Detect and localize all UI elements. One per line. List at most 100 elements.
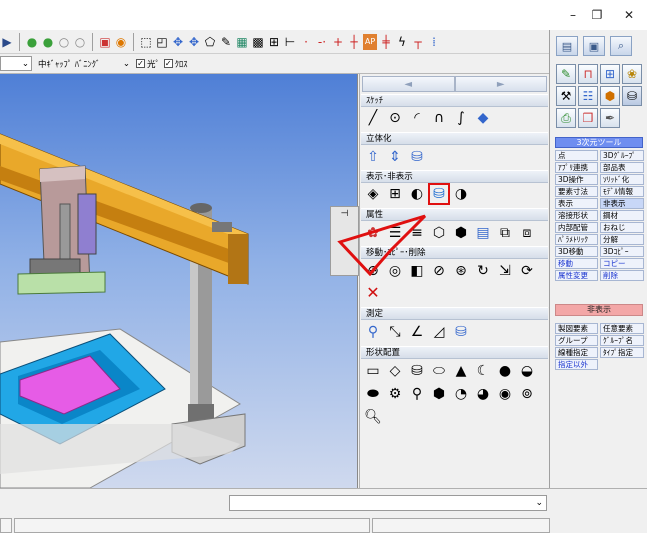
tool-button[interactable]: 表示 [555,198,598,209]
tool-button[interactable]: 内部配管 [555,222,598,233]
tool-button[interactable]: ﾊﾟﾗﾒﾄﾘｯｸ [555,234,598,245]
table-icon[interactable]: ⊞ [267,34,281,50]
array-icon[interactable]: ⊛ [452,262,470,280]
tool-button[interactable]: 線種指定 [555,347,598,358]
shape-gear-icon[interactable]: ⚙ [386,385,404,403]
tool-button[interactable]: 部品表 [600,162,644,173]
layer-boxes-icon[interactable]: ⧉ [496,224,514,242]
maximize-button[interactable]: ❐ [580,0,614,30]
dot-icon[interactable]: · [299,34,313,50]
tool-button[interactable]: コピー [600,258,644,269]
layer-boxes2-icon[interactable]: ⧈ [518,224,536,242]
line-icon[interactable]: ╱ [364,109,382,127]
snap-icon[interactable]: ϟ [395,34,409,50]
show-layer-icon[interactable]: ⊞ [386,185,404,203]
cross-hair-icon[interactable]: ╪ [379,34,393,50]
shape-bolt-icon[interactable]: ⚲ [408,385,426,403]
layer-tool-button[interactable]: ☷ [578,86,598,106]
shape-search-icon[interactable]: 🔍︎ [364,408,382,426]
copy-icon[interactable]: ⊘ [430,262,448,280]
tool-button[interactable]: ﾀｲﾌﾟ指定 [600,347,644,358]
dots-grid-icon[interactable]: ⁞ [427,34,441,50]
command-combo[interactable]: ⌄ [229,495,547,511]
branch-icon[interactable]: ⊢ [283,34,297,50]
measure-angle-icon[interactable]: ∠ [408,323,426,341]
shape-elbow-icon[interactable]: ◕ [474,385,492,403]
tool-button[interactable]: 属性変更 [555,270,598,281]
tool-button[interactable]: ｸﾞﾙｰﾌﾟ名 [600,335,644,346]
stack-icon[interactable]: ◉ [114,34,128,50]
dash-dot-icon[interactable]: -· [315,34,329,50]
shape-pipe-icon[interactable]: ◔ [452,385,470,403]
edit-tool-button[interactable]: ⚒ [556,86,576,106]
measure-distance-icon[interactable]: ⤡ [386,323,404,341]
tool-button[interactable]: 3D移動 [555,246,598,257]
tool-button[interactable]: 3D操作 [555,174,598,185]
measure-point-icon[interactable]: ⚲ [364,323,382,341]
tool-button[interactable]: 点 [555,150,598,161]
layout-view-button[interactable]: ▤ [556,36,578,56]
tool-button[interactable]: 要素寸法 [555,186,598,197]
extrude-icon[interactable]: ⇧ [364,148,382,166]
tool-button[interactable]: 3Dｸﾞﾙｰﾌﾟ [600,150,644,161]
table-tool-button[interactable]: ⊞ [600,64,620,84]
select-icon[interactable]: ⬚ [139,34,153,50]
tool-button[interactable]: ｱﾌﾟﾘ連携 [555,162,598,173]
3d-viewport[interactable] [0,74,358,488]
grid-dots-icon[interactable]: ▩ [251,34,265,50]
shape-cylinder2-icon[interactable]: ⬭ [430,362,448,380]
plus-line-icon[interactable]: + [331,34,345,50]
pentagon-icon[interactable]: ⬠ [203,34,217,50]
settings-tool-button[interactable]: ✒ [600,108,620,128]
cross-move-icon[interactable]: ✥ [171,34,185,50]
box-white-icon[interactable]: ⬢ [452,224,470,242]
shape-box-icon[interactable]: ▭ [364,362,382,380]
tool-button[interactable]: 溶接形状 [555,210,598,221]
measure-area-icon[interactable]: ◿ [430,323,448,341]
shape-torus-icon[interactable]: ☾ [474,362,492,380]
light-checkbox[interactable]: ✓ 光ﾟ [136,58,160,70]
measure-icon[interactable]: ┬ [411,34,425,50]
toolbar-arrow-icon[interactable]: ▶ [0,34,14,50]
tool-button[interactable]: 3Dｺﾋﾟｰ [600,246,644,257]
cross-move2-icon[interactable]: ✥ [187,34,201,50]
3d-tool-button[interactable]: ⬢ [600,86,620,106]
solid-cylinder-icon[interactable]: ⛁ [408,148,426,166]
print-tool-button[interactable]: ⎙ [556,108,576,128]
tool-button[interactable]: グループ [555,335,598,346]
tool-button[interactable]: 非表示 [600,198,644,209]
tool-button[interactable]: 移動 [555,258,598,269]
cylinder-gray-icon[interactable]: ○ [57,34,71,50]
cylinder-gray2-icon[interactable]: ○ [73,34,87,50]
zoom-view-button[interactable]: ▣ [583,36,605,56]
symbol-tool-button[interactable]: ❀ [622,64,642,84]
shape-flange-icon[interactable]: ◉ [496,385,514,403]
hide-header-button[interactable]: 非表示 [555,304,643,316]
show-all-icon[interactable]: ◈ [364,185,382,203]
shape-fitting-icon[interactable]: ⊚ [518,385,536,403]
3d-tools-header[interactable]: 3次元ツール [555,137,643,148]
shape-sphere-icon[interactable]: ● [496,362,514,380]
cylinder-green-icon[interactable]: ● [25,34,39,50]
cylinder-green2-icon[interactable]: ● [41,34,55,50]
stack-blue-icon[interactable]: ▤ [474,224,492,242]
grid-icon[interactable]: ▦ [235,34,249,50]
hide-selected-icon[interactable]: ⛁ [428,183,450,205]
ap-icon[interactable]: AP [363,33,377,50]
layer-icon[interactable]: ▣ [98,34,112,50]
eraser-icon[interactable]: ◆ [474,109,492,127]
gap-combo[interactable]: 中ｷﾞｬｯﾌﾟ ﾊﾞﾆﾝｸﾞ ⌄ [36,56,132,71]
scale-icon[interactable]: ⇲ [496,262,514,280]
curve-icon[interactable]: ∩ [430,109,448,127]
cross-checkbox[interactable]: ✓ ｸﾛｽ [163,58,188,70]
tool-button[interactable]: 削除 [600,270,644,281]
hide-part-icon[interactable]: ◐ [408,185,426,203]
drawing-tool-button[interactable]: ✎ [556,64,576,84]
shape-plate-icon[interactable]: ◇ [386,362,404,380]
spline-icon[interactable]: ∫ [452,109,470,127]
cross-line-icon[interactable]: ┼ [347,34,361,50]
arc-icon[interactable]: ◜ [408,109,426,127]
search-view-button[interactable]: ⌕ [610,36,632,56]
tool-button[interactable]: ﾓﾃﾞﾙ情報 [600,186,644,197]
tool-button[interactable]: おねじ [600,222,644,233]
